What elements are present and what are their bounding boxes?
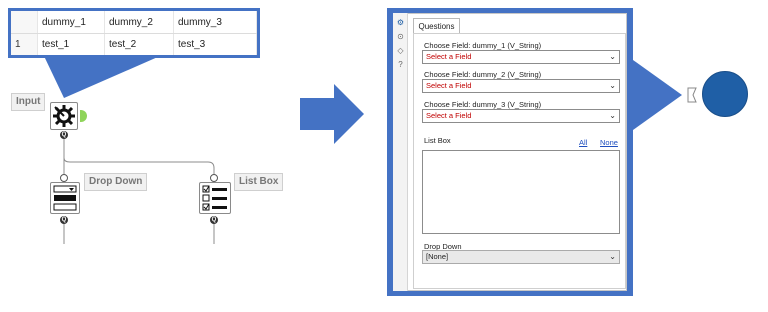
gear-icon xyxy=(53,105,75,127)
table-header-row: dummy_1 dummy_2 dummy_3 xyxy=(11,11,257,34)
arrow-circle-icon[interactable]: ⊙ xyxy=(396,32,405,41)
checklist-icon xyxy=(202,185,227,211)
dropdown-select-value: [None] xyxy=(426,252,449,261)
data-preview-table: dummy_1 dummy_2 dummy_3 1 test_1 test_2 … xyxy=(8,8,260,58)
chevron-down-icon: ⌄ xyxy=(609,81,616,90)
output-tool-circle[interactable] xyxy=(702,71,748,117)
table-row-number: 1 xyxy=(11,33,38,55)
connection-to-listbox xyxy=(63,138,215,178)
table-row: 1 test_1 test_2 test_3 xyxy=(11,33,257,55)
table-cell: test_1 xyxy=(37,33,105,55)
table-header-cell: dummy_3 xyxy=(173,11,257,34)
output-input-anchor xyxy=(687,87,697,103)
table-header-cell: dummy_1 xyxy=(37,11,105,34)
tag-icon[interactable]: ◇ xyxy=(396,46,405,55)
arrow-right-icon xyxy=(300,84,364,144)
field-select-value: Select a Field xyxy=(426,81,472,90)
help-icon[interactable]: ? xyxy=(396,60,405,69)
input-tool-label: Input xyxy=(11,93,46,111)
select-none-link[interactable]: None xyxy=(600,138,618,147)
table-header-cell: dummy_2 xyxy=(104,11,174,34)
dropdown-tool[interactable] xyxy=(50,182,80,214)
field-label: Choose Field: dummy_3 (V_String) xyxy=(424,100,542,109)
table-cell: test_3 xyxy=(173,33,257,55)
cog-small-icon[interactable]: ⚙ xyxy=(396,18,405,27)
tab-questions[interactable]: Questions xyxy=(413,18,460,34)
listbox-tool[interactable] xyxy=(199,182,231,214)
listbox-question-anchor[interactable]: Q xyxy=(210,216,218,224)
dropdown-question-anchor[interactable]: Q xyxy=(60,216,68,224)
listbox-options[interactable] xyxy=(422,150,620,234)
listbox-input-anchor[interactable] xyxy=(210,174,218,182)
field-select-1[interactable]: Select a Field ⌄ xyxy=(422,50,620,64)
listbox-tool-label: List Box xyxy=(234,173,284,191)
field-label: Choose Field: dummy_1 (V_String) xyxy=(424,41,542,50)
field-select-2[interactable]: Select a Field ⌄ xyxy=(422,79,620,93)
listbox-label: List Box xyxy=(424,136,451,145)
dropdown-input-anchor[interactable] xyxy=(60,174,68,182)
field-select-3[interactable]: Select a Field ⌄ xyxy=(422,109,620,123)
dropdown-tool-label: Drop Down xyxy=(84,173,148,191)
field-label: Choose Field: dummy_2 (V_String) xyxy=(424,70,542,79)
dropdown-tool-icon xyxy=(53,185,77,211)
table-corner-cell xyxy=(11,11,38,34)
table-cell: test_2 xyxy=(104,33,174,55)
input-tool[interactable] xyxy=(50,102,78,130)
field-select-value: Select a Field xyxy=(426,111,472,120)
field-select-value: Select a Field xyxy=(426,52,472,61)
chevron-down-icon: ⌄ xyxy=(609,111,616,120)
select-all-link[interactable]: All xyxy=(579,138,587,147)
table-callout-pointer xyxy=(44,56,160,98)
panel-callout-pointer xyxy=(633,60,682,130)
chevron-down-icon: ⌄ xyxy=(609,252,616,261)
chevron-down-icon: ⌄ xyxy=(609,52,616,61)
input-question-anchor[interactable]: Q xyxy=(60,131,68,139)
dropdown-select[interactable]: [None] ⌄ xyxy=(422,250,620,264)
